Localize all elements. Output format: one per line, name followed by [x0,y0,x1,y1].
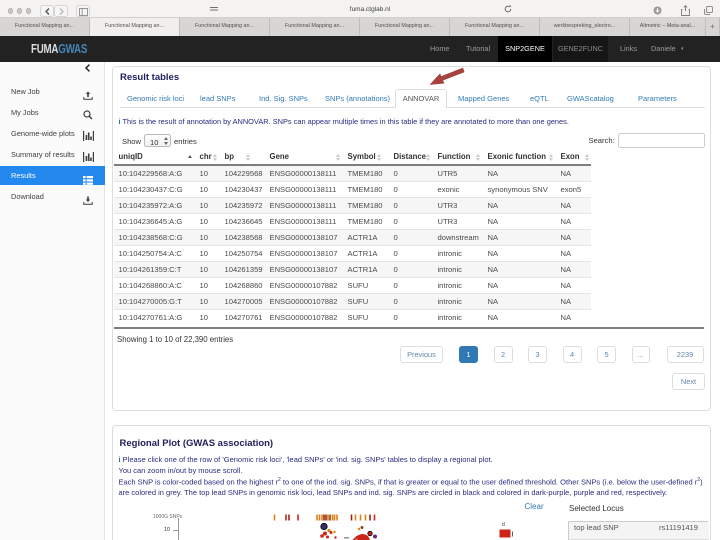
svg-text:d: d [502,522,505,528]
